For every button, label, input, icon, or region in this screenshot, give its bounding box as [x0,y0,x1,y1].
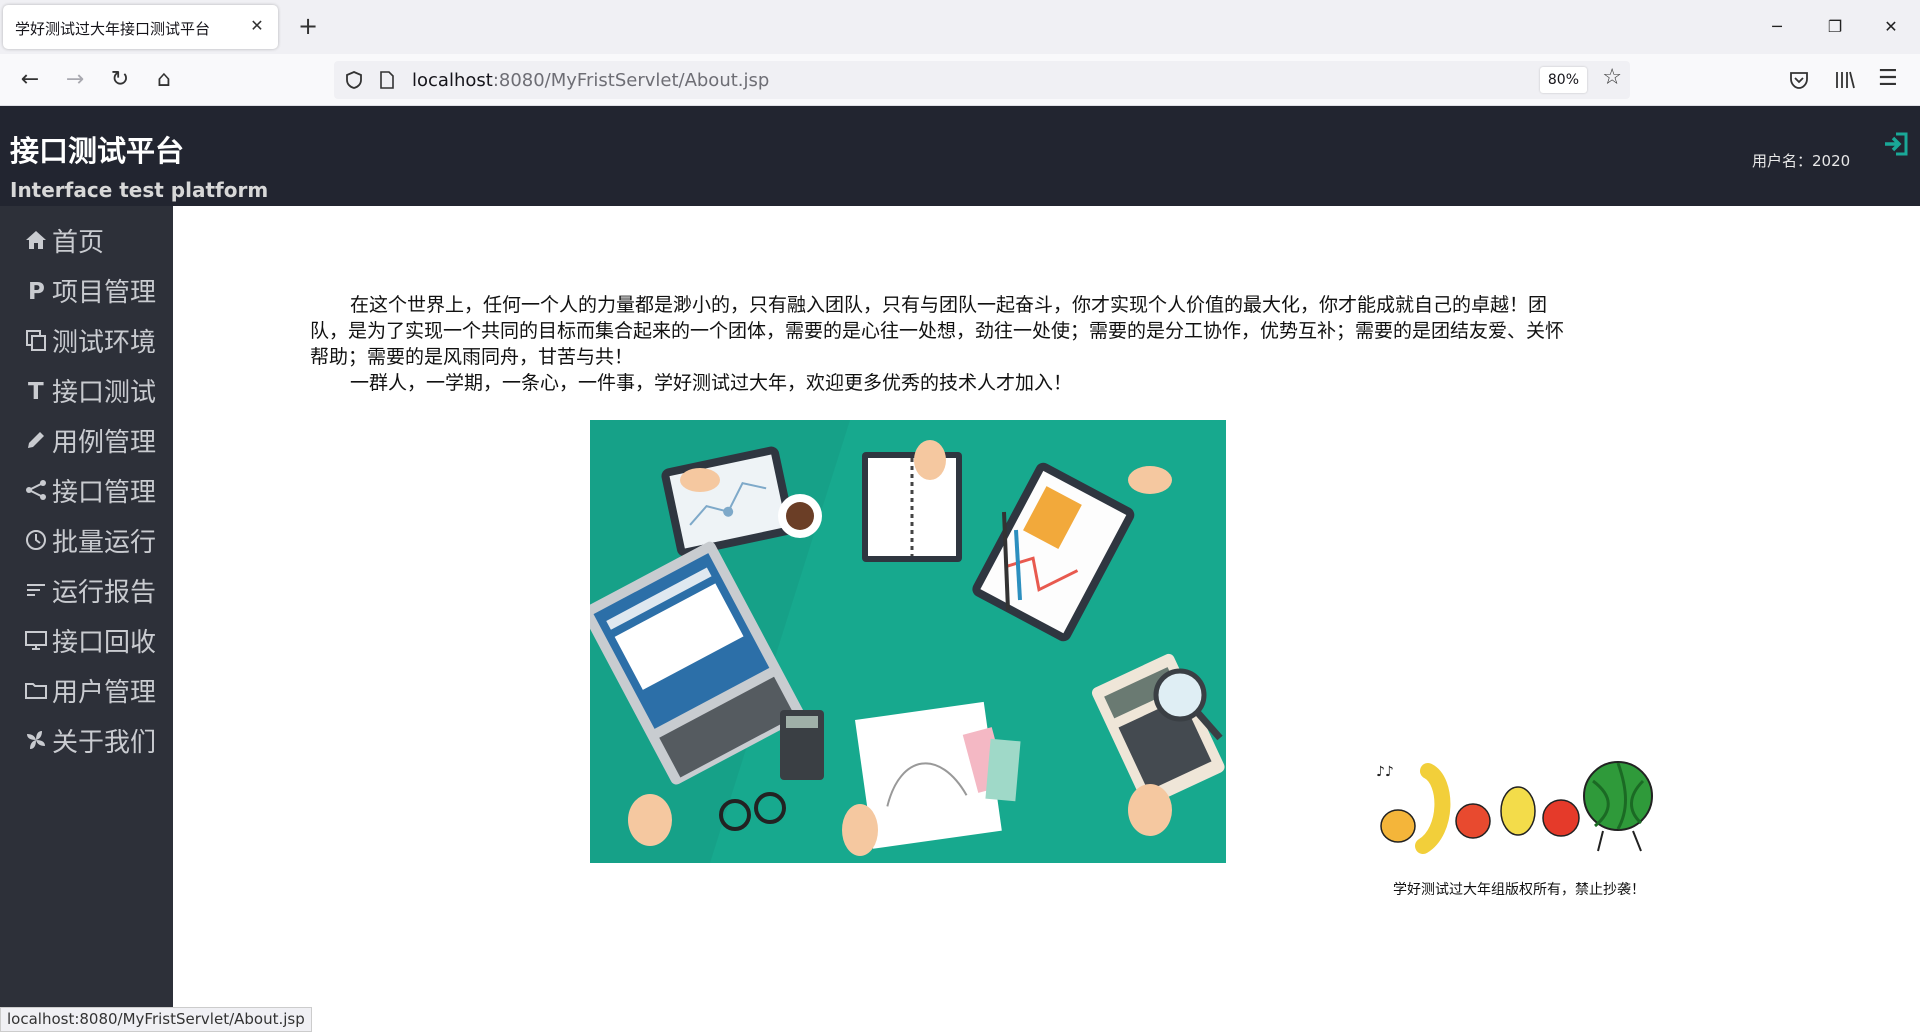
close-window-icon[interactable]: ✕ [1868,12,1914,42]
back-icon[interactable]: ← [14,64,46,96]
browser-tab-strip: 学好测试过大年接口测试平台 ✕ + ─ ❐ ✕ [0,0,1920,54]
url-bar[interactable]: localhost:8080/MyFristServlet/About.jsp … [334,61,1630,99]
t-letter-icon: T [22,376,50,404]
menu-icon[interactable]: ☰ [1878,66,1898,91]
sidebar-item-label: 接口管理 [52,477,157,508]
sidebar-item-label: 接口回收 [52,627,157,658]
sidebar-item-label: 接口测试 [52,377,157,408]
forward-icon[interactable]: → [59,64,91,96]
browser-tab[interactable]: 学好测试过大年接口测试平台 ✕ [3,5,278,49]
svg-text:T: T [28,379,44,402]
sidebar-item-cases[interactable]: 用例管理 [22,420,156,460]
new-tab-icon[interactable]: + [294,13,322,41]
minimize-icon[interactable]: ─ [1754,12,1800,42]
sidebar-item-api-manage[interactable]: 接口管理 [22,470,156,510]
app-title: 接口测试平台 [10,134,185,168]
sidebar-item-test-env[interactable]: 测试环境 [22,320,156,360]
lines-icon [22,576,50,604]
main-content: 在这个世界上，任何一个人的力量都是渺小的，只有融入团队，只有与团队一起奋斗，你才… [173,206,1920,1030]
sidebar-item-label: 测试环境 [52,327,157,358]
page-icon [380,71,394,89]
logout-icon[interactable] [1882,130,1910,158]
sidebar-item-reports[interactable]: 运行报告 [22,570,156,610]
sidebar-item-label: 批量运行 [52,527,157,558]
fruit-mascots-image: ♪♪ [1376,761,1653,854]
sidebar-item-label: 首页 [52,227,105,258]
slogan-paragraph: 一群人，一学期，一条心，一件事，学好测试过大年，欢迎更多优秀的技术人才加入！ [350,372,1073,394]
sidebar-item-batch-run[interactable]: 批量运行 [22,520,156,560]
copy-icon [22,326,50,354]
home-icon [22,226,50,254]
username-label: 用户名：2020 [1752,152,1851,170]
sidebar-item-users[interactable]: 用户管理 [22,670,156,710]
sidebar-item-label: 关于我们 [52,727,157,758]
app-subtitle: Interface test platform [10,178,269,202]
library-icon[interactable] [1834,69,1856,91]
intro-paragraph: 在这个世界上，任何一个人的力量都是渺小的，只有融入团队，只有与团队一起奋斗，你才… [310,294,1565,368]
app-header: 接口测试平台 Interface test platform 用户名：2020 [0,106,1920,206]
zoom-level[interactable]: 80% [1539,67,1587,93]
teamwork-desk-illustration [590,420,1226,863]
status-url: localhost:8080/MyFristServlet/About.jsp [0,1007,312,1032]
home-page-icon[interactable]: ⌂ [148,64,180,96]
p-letter-icon: P [22,276,50,304]
url-text[interactable]: localhost:8080/MyFristServlet/About.jsp [412,70,769,91]
sidebar-item-label: 用例管理 [52,427,157,458]
shield-icon[interactable] [344,70,364,90]
sidebar: 首页 P 项目管理 测试环境 T 接口测试 用例管理 接口管理 批量运行 运行报… [0,206,173,1030]
tab-close-icon[interactable]: ✕ [246,15,268,37]
sidebar-item-api-test[interactable]: T 接口测试 [22,370,156,410]
sidebar-item-label: 项目管理 [52,277,157,308]
monitor-icon [22,626,50,654]
sidebar-item-api-recycle[interactable]: 接口回收 [22,620,156,660]
svg-text:♪♪: ♪♪ [1376,764,1394,780]
pinwheel-icon [22,726,50,754]
folder-icon [22,676,50,704]
sidebar-item-home[interactable]: 首页 [22,220,104,260]
reload-icon[interactable]: ↻ [104,64,136,96]
browser-toolbar: ← → ↻ ⌂ localhost:8080/MyFristServlet/Ab… [0,54,1920,106]
pencil-icon [22,426,50,454]
svg-text:P: P [28,279,45,302]
tab-title: 学好测试过大年接口测试平台 [15,20,211,38]
sidebar-item-label: 运行报告 [52,577,157,608]
sidebar-item-projects[interactable]: P 项目管理 [22,270,156,310]
restore-icon[interactable]: ❐ [1812,12,1858,42]
team-illustration [590,420,1226,863]
clock-icon [22,526,50,554]
copyright-text: 学好测试过大年组版权所有，禁止抄袭！ [1393,882,1645,898]
sidebar-item-label: 用户管理 [52,677,157,708]
pocket-icon[interactable] [1788,69,1810,91]
sidebar-item-about[interactable]: 关于我们 [22,720,156,760]
share-icon [22,476,50,504]
bookmark-star-icon[interactable]: ☆ [1602,65,1622,90]
